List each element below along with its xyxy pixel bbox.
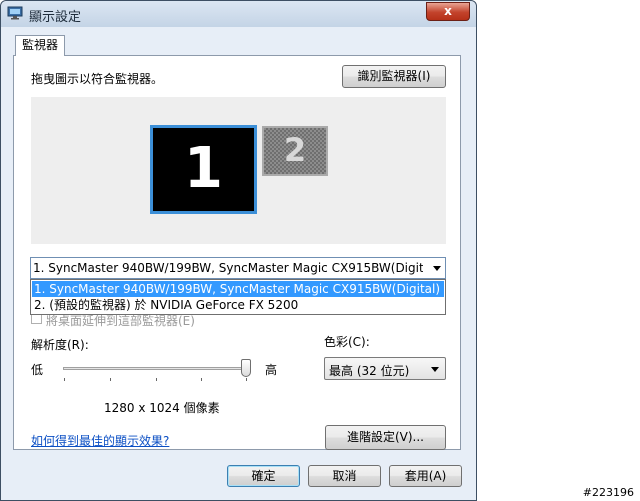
close-icon: x <box>444 4 452 18</box>
resolution-high-label: 高 <box>265 363 278 377</box>
display-dropdown-list: 1. SyncMaster 940BW/199BW, SyncMaster Ma… <box>30 279 446 315</box>
slider-tick <box>110 378 111 381</box>
cancel-label: 取消 <box>332 469 357 483</box>
monitor-2-number: 2 <box>283 131 307 169</box>
display-option-2[interactable]: 2. (預設的監視器) 於 NVIDIA GeForce FX 5200 <box>32 297 444 313</box>
color-quality-select[interactable]: 最高 (32 位元) <box>324 357 446 380</box>
ok-label: 確定 <box>251 469 276 483</box>
best-display-help-link[interactable]: 如何得到最佳的顯示效果? <box>31 432 169 449</box>
color-quality-value: 最高 (32 位元) <box>329 364 410 378</box>
tab-monitor[interactable]: 監視器 <box>15 35 65 56</box>
apply-label: 套用(A) <box>404 469 447 483</box>
display-settings-icon <box>7 6 23 20</box>
display-option-1[interactable]: 1. SyncMaster 940BW/199BW, SyncMaster Ma… <box>32 281 444 297</box>
apply-button[interactable]: 套用(A) <box>389 465 462 487</box>
tab-monitor-label: 監視器 <box>21 38 58 52</box>
ok-button[interactable]: 確定 <box>227 465 300 487</box>
display-select-value: 1. SyncMaster 940BW/199BW, SyncMaster Ma… <box>33 261 423 275</box>
drag-instruction: 拖曳圖示以符合監視器。 <box>31 72 164 86</box>
identify-monitors-label: 識別監視器(I) <box>357 69 431 83</box>
chevron-down-icon <box>431 367 439 372</box>
slider-tick <box>156 378 157 381</box>
resolution-slider-thumb[interactable] <box>241 359 251 377</box>
resolution-slider-track[interactable] <box>63 367 247 370</box>
advanced-settings-label: 進階設定(V)... <box>346 430 425 444</box>
cancel-button[interactable]: 取消 <box>308 465 381 487</box>
title-bar[interactable]: 顯示設定 x <box>1 1 476 27</box>
monitor-2-icon[interactable]: 2 <box>262 126 328 176</box>
slider-tick <box>246 378 247 381</box>
close-button[interactable]: x <box>426 2 470 21</box>
identify-monitors-button[interactable]: 識別監視器(I) <box>342 65 446 88</box>
image-id-watermark: #223196 <box>582 486 634 499</box>
resolution-label: 解析度(R): <box>31 338 89 352</box>
display-select[interactable]: 1. SyncMaster 940BW/199BW, SyncMaster Ma… <box>30 257 446 279</box>
resolution-value: 1280 x 1024 個像素 <box>104 401 220 415</box>
resolution-low-label: 低 <box>31 363 44 377</box>
slider-tick <box>201 378 202 381</box>
colors-label: 色彩(C): <box>324 335 370 349</box>
monitor-1-icon[interactable]: 1 <box>150 125 257 214</box>
slider-tick <box>64 378 65 381</box>
window-title: 顯示設定 <box>29 10 82 25</box>
advanced-settings-button[interactable]: 進階設定(V)... <box>325 425 446 450</box>
monitor-1-number: 1 <box>184 136 223 201</box>
chevron-down-icon <box>433 266 441 271</box>
